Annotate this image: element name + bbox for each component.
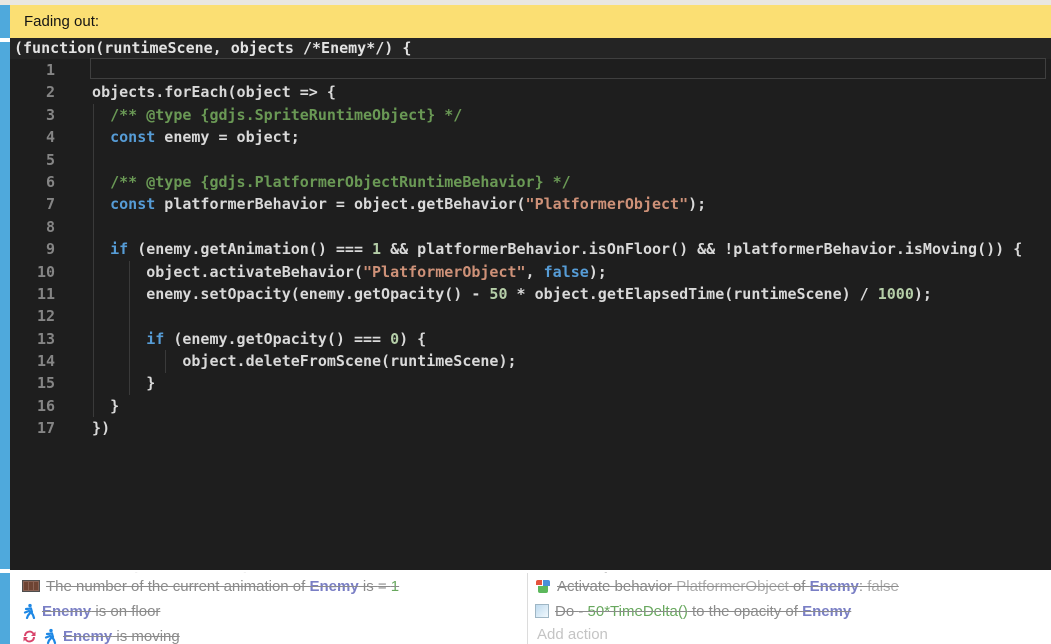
code-text: if (enemy.getAnimation() === 1 && platfo…: [74, 240, 1022, 258]
opacity-icon: [535, 604, 549, 618]
invert-icon: [22, 629, 37, 644]
conditions-actions-divider: [527, 573, 528, 644]
code-line[interactable]: 3 /** @type {gdjs.SpriteRuntimeObject} *…: [10, 104, 1051, 126]
add-action-button[interactable]: Add action: [530, 623, 1051, 644]
line-number: 17: [10, 417, 55, 439]
runner-icon: [43, 628, 57, 644]
line-number: 11: [10, 283, 55, 305]
event-text: Enemy is on floor: [42, 603, 160, 620]
code-line[interactable]: 15 }: [10, 372, 1051, 394]
code-line[interactable]: 1: [10, 59, 1051, 81]
code-line[interactable]: 10 object.activateBehavior("PlatformerOb…: [10, 261, 1051, 283]
event-sheet: Fading out: (function(runtimeScene, obje…: [0, 0, 1051, 644]
code-line[interactable]: 9 if (enemy.getAnimation() === 1 && plat…: [10, 238, 1051, 260]
line-number: 1: [10, 59, 55, 81]
code-text: object.deleteFromScene(runtimeScene);: [74, 352, 517, 370]
line-number: 6: [10, 171, 55, 193]
line-number: 16: [10, 395, 55, 417]
line-number: 12: [10, 305, 55, 327]
line-number: 3: [10, 104, 55, 126]
sub-event: The number of the current animation of E…: [10, 573, 1051, 644]
line-number: 14: [10, 350, 55, 372]
event-selection-strip[interactable]: [0, 42, 10, 569]
line-number: 5: [10, 149, 55, 171]
code-text: }: [74, 397, 119, 415]
code-text: object.activateBehavior("PlatformerObjec…: [74, 263, 607, 281]
code-line[interactable]: 7 const platformerBehavior = object.getB…: [10, 193, 1051, 215]
code-line[interactable]: 13 if (enemy.getOpacity() === 0) {: [10, 328, 1051, 350]
code-line[interactable]: 5: [10, 149, 1051, 171]
event-text: Do - 50*TimeDelta() to the opacity of En…: [555, 603, 851, 620]
code-text: objects.forEach(object => {: [74, 83, 336, 101]
event-text: The number of the current animation of E…: [46, 578, 399, 595]
code-line[interactable]: 4 const enemy = object;: [10, 126, 1051, 148]
code-text: /** @type {gdjs.SpriteRuntimeObject} */: [74, 106, 462, 124]
line-number: 2: [10, 81, 55, 103]
animation-icon: [22, 579, 40, 593]
condition-row[interactable]: Enemy is on floor: [10, 599, 527, 623]
conditions-column: The number of the current animation of E…: [10, 573, 527, 644]
line-number: 7: [10, 193, 55, 215]
code-text: const platformerBehavior = object.getBeh…: [74, 195, 706, 213]
condition-row[interactable]: Enemy is moving: [10, 624, 527, 644]
code-text: }): [74, 419, 110, 437]
line-number: 15: [10, 372, 55, 394]
code-line[interactable]: 6 /** @type {gdjs.PlatformerObjectRuntim…: [10, 171, 1051, 193]
code-line[interactable]: 2 objects.forEach(object => {: [10, 81, 1051, 103]
code-line[interactable]: 14 object.deleteFromScene(runtimeScene);: [10, 350, 1051, 372]
actions-column: Activate behavior PlatformerObject of En…: [530, 573, 1051, 644]
comment-event[interactable]: Fading out:: [10, 5, 1051, 38]
code-line[interactable]: 8: [10, 216, 1051, 238]
code-text: const enemy = object;: [74, 128, 300, 146]
behavior-icon: [535, 579, 551, 594]
code-line[interactable]: 11 enemy.setOpacity(enemy.getOpacity() -…: [10, 283, 1051, 305]
comment-text: Fading out:: [24, 13, 99, 30]
action-row[interactable]: Activate behavior PlatformerObject of En…: [530, 574, 1051, 598]
line-number: 10: [10, 261, 55, 283]
line-number: 8: [10, 216, 55, 238]
code-line[interactable]: 17 }): [10, 417, 1051, 439]
runner-icon: [22, 603, 36, 619]
code-line[interactable]: 16 }: [10, 395, 1051, 417]
line-number: 9: [10, 238, 55, 260]
event-text: Activate behavior PlatformerObject of En…: [557, 578, 899, 595]
code-line[interactable]: 12: [10, 305, 1051, 327]
code-text: enemy.setOpacity(enemy.getOpacity() - 50…: [74, 285, 932, 303]
code-text: /** @type {gdjs.PlatformerObjectRuntimeB…: [74, 173, 571, 191]
js-code-editor[interactable]: (function(runtimeScene, objects /*Enemy*…: [10, 38, 1051, 570]
condition-row[interactable]: The number of the current animation of E…: [10, 574, 527, 598]
line-number: 4: [10, 126, 55, 148]
code-wrapper-header: (function(runtimeScene, objects /*Enemy*…: [10, 38, 1051, 59]
event-selection-strip[interactable]: [0, 5, 10, 38]
code-text: if (enemy.getOpacity() === 0) {: [74, 330, 426, 348]
event-selection-strip[interactable]: [0, 573, 10, 644]
code-wrapper-footer: })(runtimeScene, objects /*Enemy*/); // …: [14, 547, 709, 569]
action-row[interactable]: Do - 50*TimeDelta() to the opacity of En…: [530, 599, 1051, 623]
code-lines[interactable]: 12 objects.forEach(object => {3 /** @typ…: [10, 59, 1051, 440]
line-number: 13: [10, 328, 55, 350]
code-text: }: [74, 374, 155, 392]
event-text: Enemy is moving: [63, 628, 180, 644]
